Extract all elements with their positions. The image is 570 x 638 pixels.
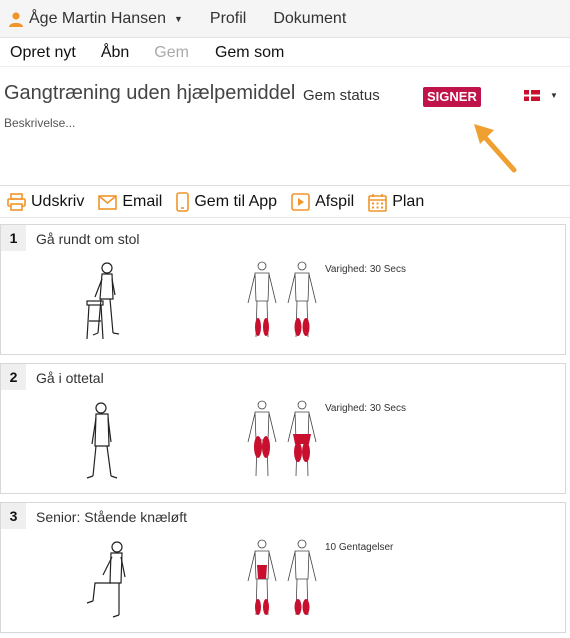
save-button[interactable]: Gem — [154, 44, 189, 62]
exercise-card[interactable]: 3 Senior: Stående knæløft 10 Gentagelser — [0, 502, 566, 633]
file-actions-bar: Opret nyt Åbn Gem Gem som — [0, 39, 570, 67]
exercise-number: 1 — [1, 225, 26, 251]
save-as-button[interactable]: Gem som — [215, 44, 284, 62]
flag-dk-icon[interactable] — [524, 90, 540, 101]
save-status-button[interactable]: Gem status — [303, 87, 380, 104]
exercise-illustration-icon — [86, 541, 126, 618]
exercise-title: Gå i ottetal — [36, 370, 104, 386]
exercise-number: 2 — [1, 364, 26, 390]
exercise-card[interactable]: 2 Gå i ottetal Varighed: 30 Secs — [0, 363, 566, 494]
open-button[interactable]: Åbn — [101, 44, 129, 62]
exercise-card[interactable]: 1 Gå rundt om stol Varighed: 30 Secs — [0, 224, 566, 355]
muscle-diagram-icon — [247, 400, 317, 477]
language-chevron-icon[interactable]: ▼ — [550, 91, 558, 100]
user-name: Åge Martin Hansen — [29, 9, 166, 27]
program-title-input[interactable]: Gangtræning uden hjælpemiddel — [4, 82, 295, 105]
signer-button[interactable]: SIGNER — [423, 87, 481, 107]
exercise-duration: Varighed: 30 Secs — [325, 403, 406, 414]
program-title-row: Gangtræning uden hjælpemiddel Gem status — [0, 79, 570, 113]
play-label: Afspil — [315, 193, 355, 210]
exercise-duration: Varighed: 30 Secs — [325, 264, 406, 275]
program-toolbar: Udskriv Email Gem til App Afspil Plan — [0, 187, 570, 218]
exercise-illustration-icon — [86, 402, 118, 479]
chevron-down-icon: ▼ — [173, 13, 183, 24]
envelope-icon — [98, 194, 118, 210]
play-button[interactable]: Afspil — [291, 193, 354, 211]
email-label: Email — [122, 193, 163, 210]
exercise-repetitions: 10 Gentagelser — [325, 542, 394, 553]
person-icon — [9, 11, 23, 27]
menu-dokument[interactable]: Dokument — [273, 10, 346, 28]
printer-icon — [7, 193, 26, 211]
muscle-diagram-icon — [247, 539, 317, 616]
description-placeholder: Beskrivelse... — [4, 116, 76, 130]
play-icon — [291, 193, 310, 211]
top-menu-bar: Åge Martin Hansen ▼ Profil Dokument — [0, 0, 570, 38]
print-button[interactable]: Udskriv — [7, 193, 84, 211]
calendar-icon — [368, 193, 387, 212]
plan-label: Plan — [392, 193, 425, 210]
phone-icon — [176, 192, 190, 212]
muscle-diagram-icon — [247, 261, 317, 338]
exercise-title: Gå rundt om stol — [36, 231, 140, 247]
email-button[interactable]: Email — [98, 193, 162, 211]
user-menu[interactable]: Åge Martin Hansen ▼ — [8, 10, 183, 28]
menu-profil[interactable]: Profil — [210, 10, 246, 28]
save-to-app-button[interactable]: Gem til App — [176, 192, 277, 212]
pointer-arrow-icon — [474, 124, 517, 173]
exercise-number: 3 — [1, 503, 26, 529]
print-label: Udskriv — [31, 193, 85, 210]
exercise-illustration-icon — [86, 262, 120, 340]
opret-nyt-button[interactable]: Opret nyt — [10, 44, 76, 62]
exercise-title: Senior: Stående knæløft — [36, 509, 187, 525]
plan-button[interactable]: Plan — [368, 193, 424, 212]
save-to-app-label: Gem til App — [194, 193, 278, 210]
